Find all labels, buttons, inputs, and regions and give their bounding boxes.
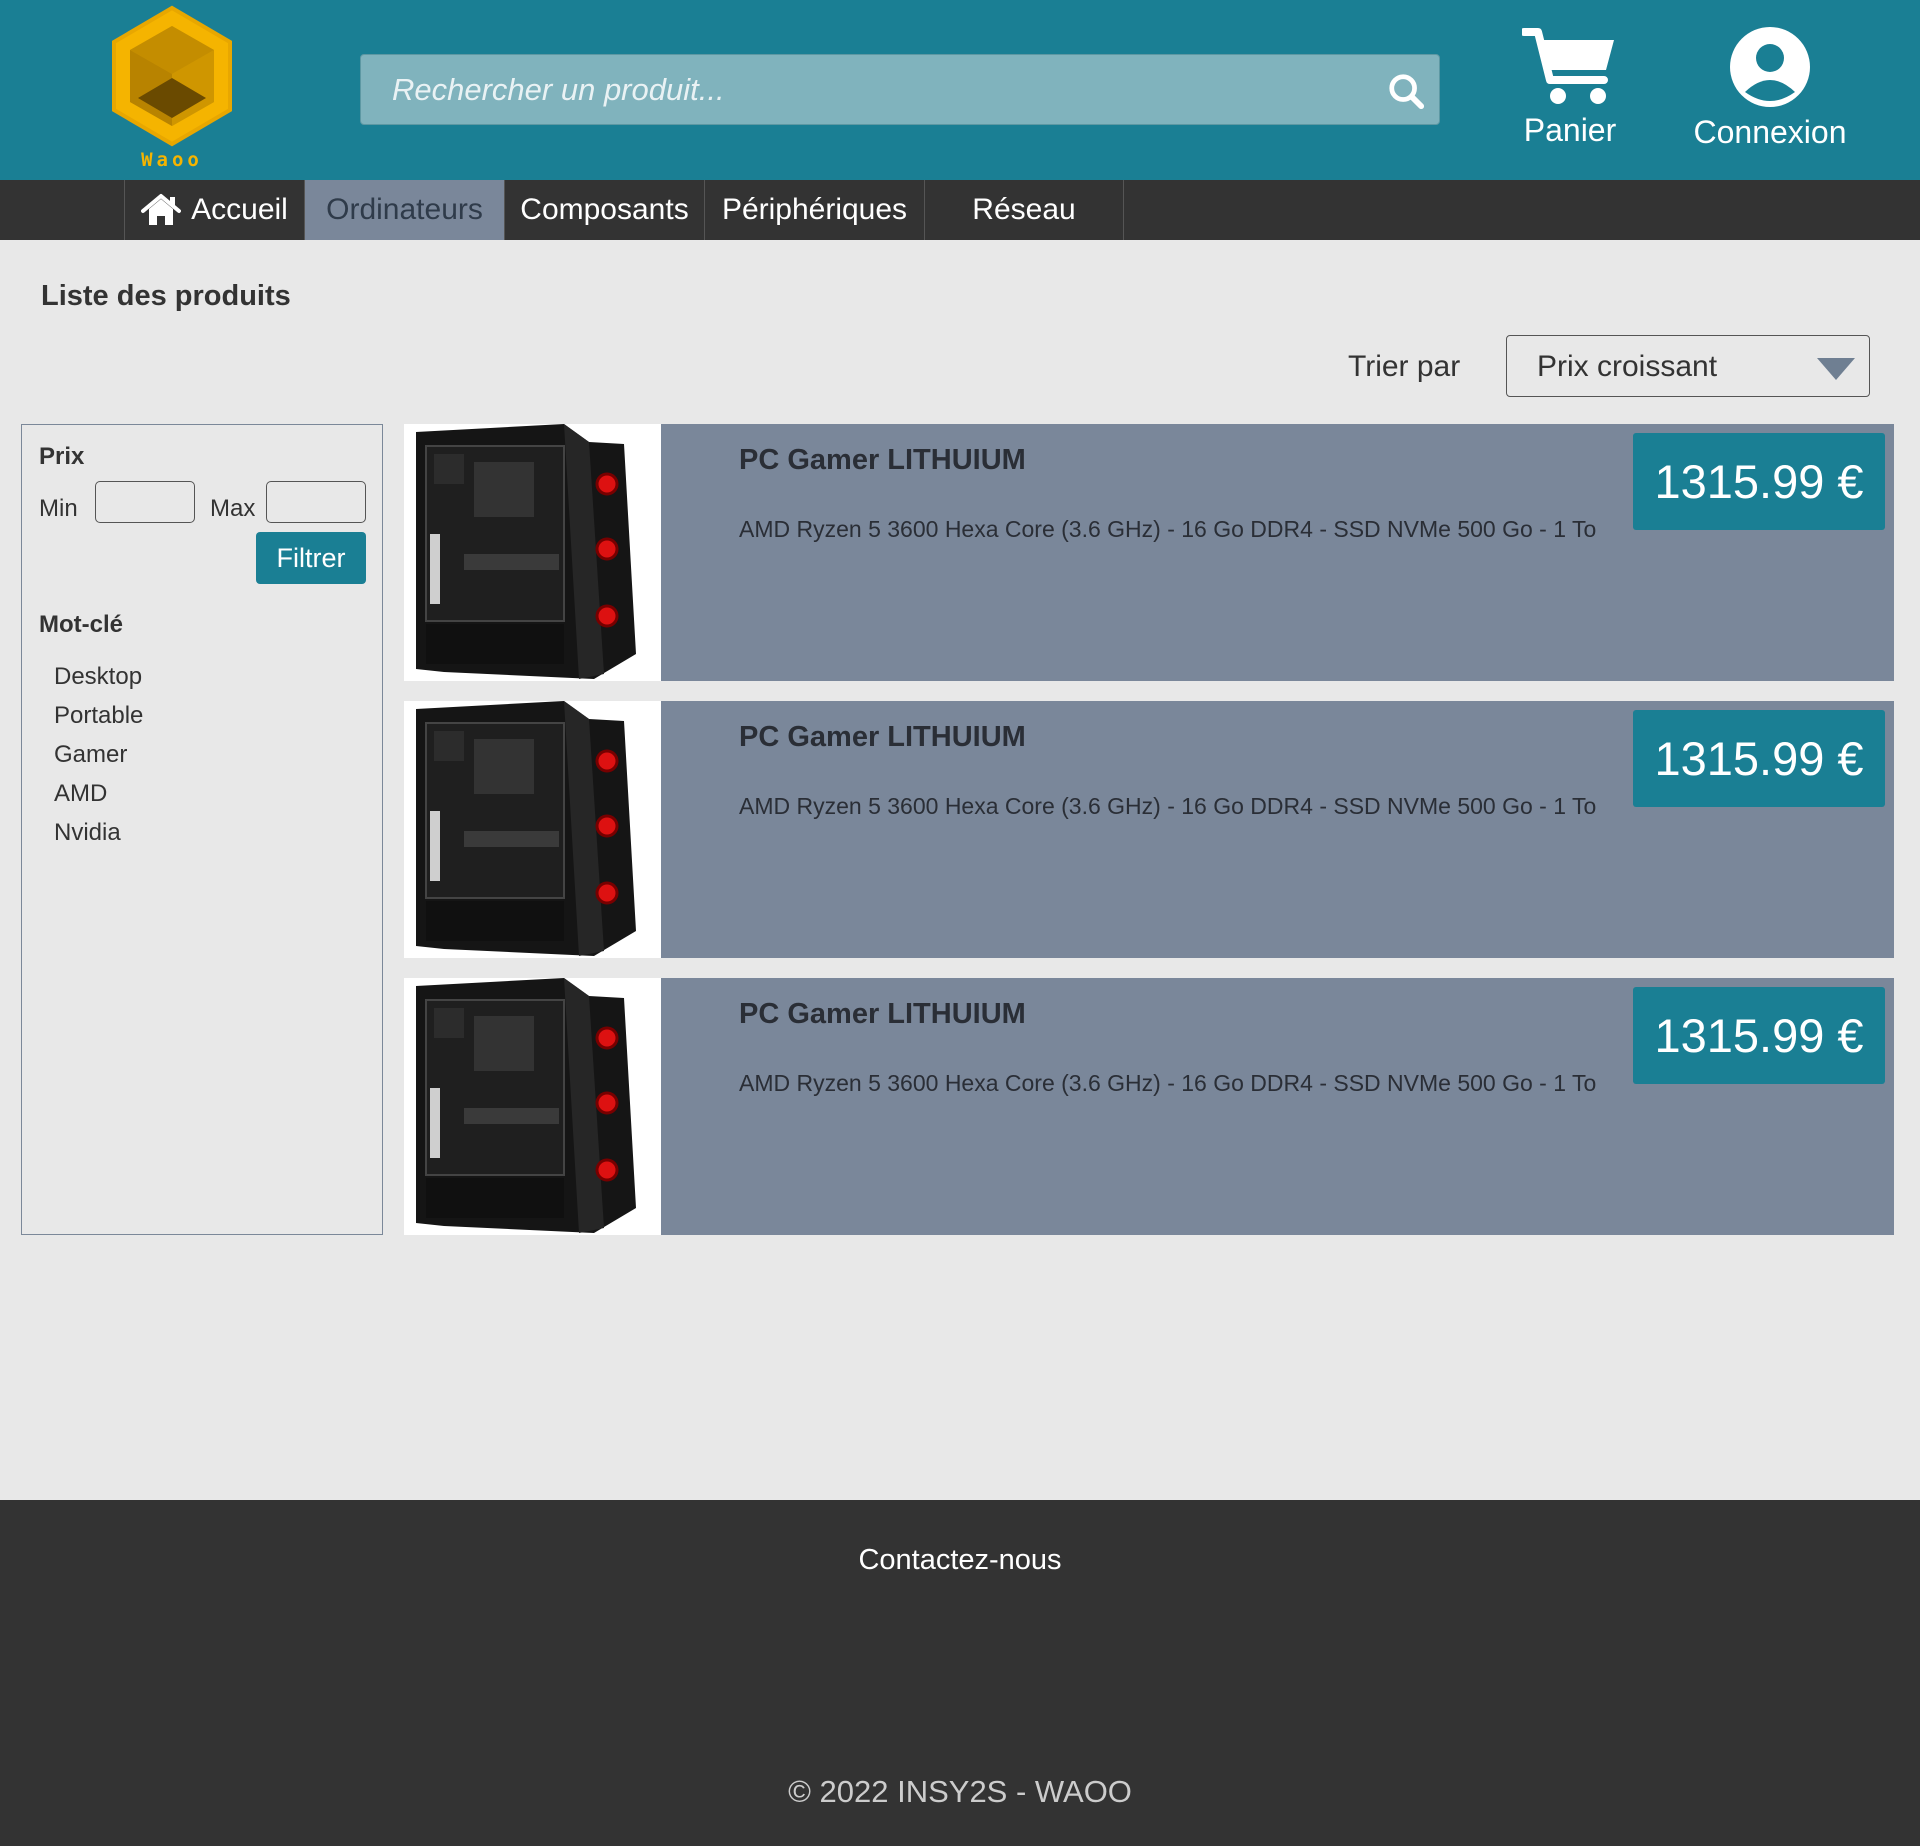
page-title: Liste des produits [41,280,291,312]
nav-item-accueil[interactable]: Accueil [124,180,304,240]
filter-sidebar: Prix Min Max Filtrer Mot-clé Desktop Por… [21,424,383,1235]
chevron-down-icon [1817,358,1855,380]
login-button[interactable]: Connexion [1680,26,1860,151]
price-filter-heading: Prix [39,443,85,470]
product-description: AMD Ryzen 5 3600 Hexa Core (3.6 GHz) - 1… [739,1070,1597,1096]
pc-tower-image [416,701,636,956]
sort-label: Trier par [1348,350,1461,383]
product-card[interactable]: PC Gamer LITHUIUM AMD Ryzen 5 3600 Hexa … [404,978,1894,1235]
cart-icon [1522,28,1614,104]
product-card[interactable]: PC Gamer LITHUIUM AMD Ryzen 5 3600 Hexa … [404,424,1894,681]
contact-link[interactable]: Contactez-nous [0,1544,1920,1577]
cart-label: Panier [1523,112,1617,148]
copyright-text: © 2022 INSY2S - WAOO [788,1774,1132,1809]
search-icon[interactable] [1387,72,1425,110]
login-label: Connexion [1693,114,1847,150]
product-image[interactable] [404,424,661,681]
search-input[interactable] [361,55,1439,124]
min-label: Min [39,495,78,522]
nav-label-peripheriques: Périphériques [721,193,908,226]
pc-tower-image [416,424,636,679]
product-title[interactable]: PC Gamer LITHUIUM [739,444,1026,477]
nav-item-peripheriques[interactable]: Périphériques [704,180,924,240]
nav-item-composants[interactable]: Composants [504,180,704,240]
hexagon-cube-logo-icon [112,5,232,147]
cart-button[interactable]: Panier [1512,26,1628,149]
product-image[interactable] [404,978,661,1235]
product-title[interactable]: PC Gamer LITHUIUM [739,998,1026,1031]
keyword-desktop[interactable]: Desktop [54,663,142,691]
logo-text: Waoo [141,149,203,171]
site-footer: Contactez-nous © 2022 INSY2S - WAOO [0,1500,1920,1846]
nav-label-reseau: Réseau [972,193,1076,226]
nav-label-ordinateurs: Ordinateurs [326,193,483,226]
site-header: Waoo Panier Connexion [0,0,1920,180]
pc-tower-image [416,978,636,1233]
nav-item-reseau[interactable]: Réseau [924,180,1124,240]
home-icon [141,194,182,225]
product-price: 1315.99 € [1633,987,1885,1084]
main-nav: Accueil Ordinateurs Composants Périphéri… [0,180,1920,240]
nav-label-composants: Composants [520,193,689,226]
max-label: Max [210,495,256,522]
nav-label-accueil: Accueil [191,193,288,226]
product-title[interactable]: PC Gamer LITHUIUM [739,721,1026,754]
product-description: AMD Ryzen 5 3600 Hexa Core (3.6 GHz) - 1… [739,793,1597,819]
product-image[interactable] [404,701,661,958]
sort-select-value: Prix croissant [1537,350,1718,383]
filter-button[interactable]: Filtrer [256,532,366,584]
waoo-logo[interactable]: Waoo [108,4,236,176]
keyword-amd[interactable]: AMD [54,780,107,808]
product-card[interactable]: PC Gamer LITHUIUM AMD Ryzen 5 3600 Hexa … [404,701,1894,958]
user-circle-icon [1730,27,1810,107]
sort-select[interactable]: Prix croissant [1506,335,1870,397]
keyword-heading: Mot-clé [39,611,123,638]
search-bar[interactable] [360,54,1440,125]
product-description: AMD Ryzen 5 3600 Hexa Core (3.6 GHz) - 1… [739,516,1597,542]
min-price-input[interactable] [95,481,195,523]
keyword-gamer[interactable]: Gamer [54,741,127,769]
product-price: 1315.99 € [1633,433,1885,530]
nav-item-ordinateurs[interactable]: Ordinateurs [304,180,504,240]
keyword-portable[interactable]: Portable [54,702,143,730]
max-price-input[interactable] [266,481,366,523]
keyword-nvidia[interactable]: Nvidia [54,819,121,847]
product-price: 1315.99 € [1633,710,1885,807]
